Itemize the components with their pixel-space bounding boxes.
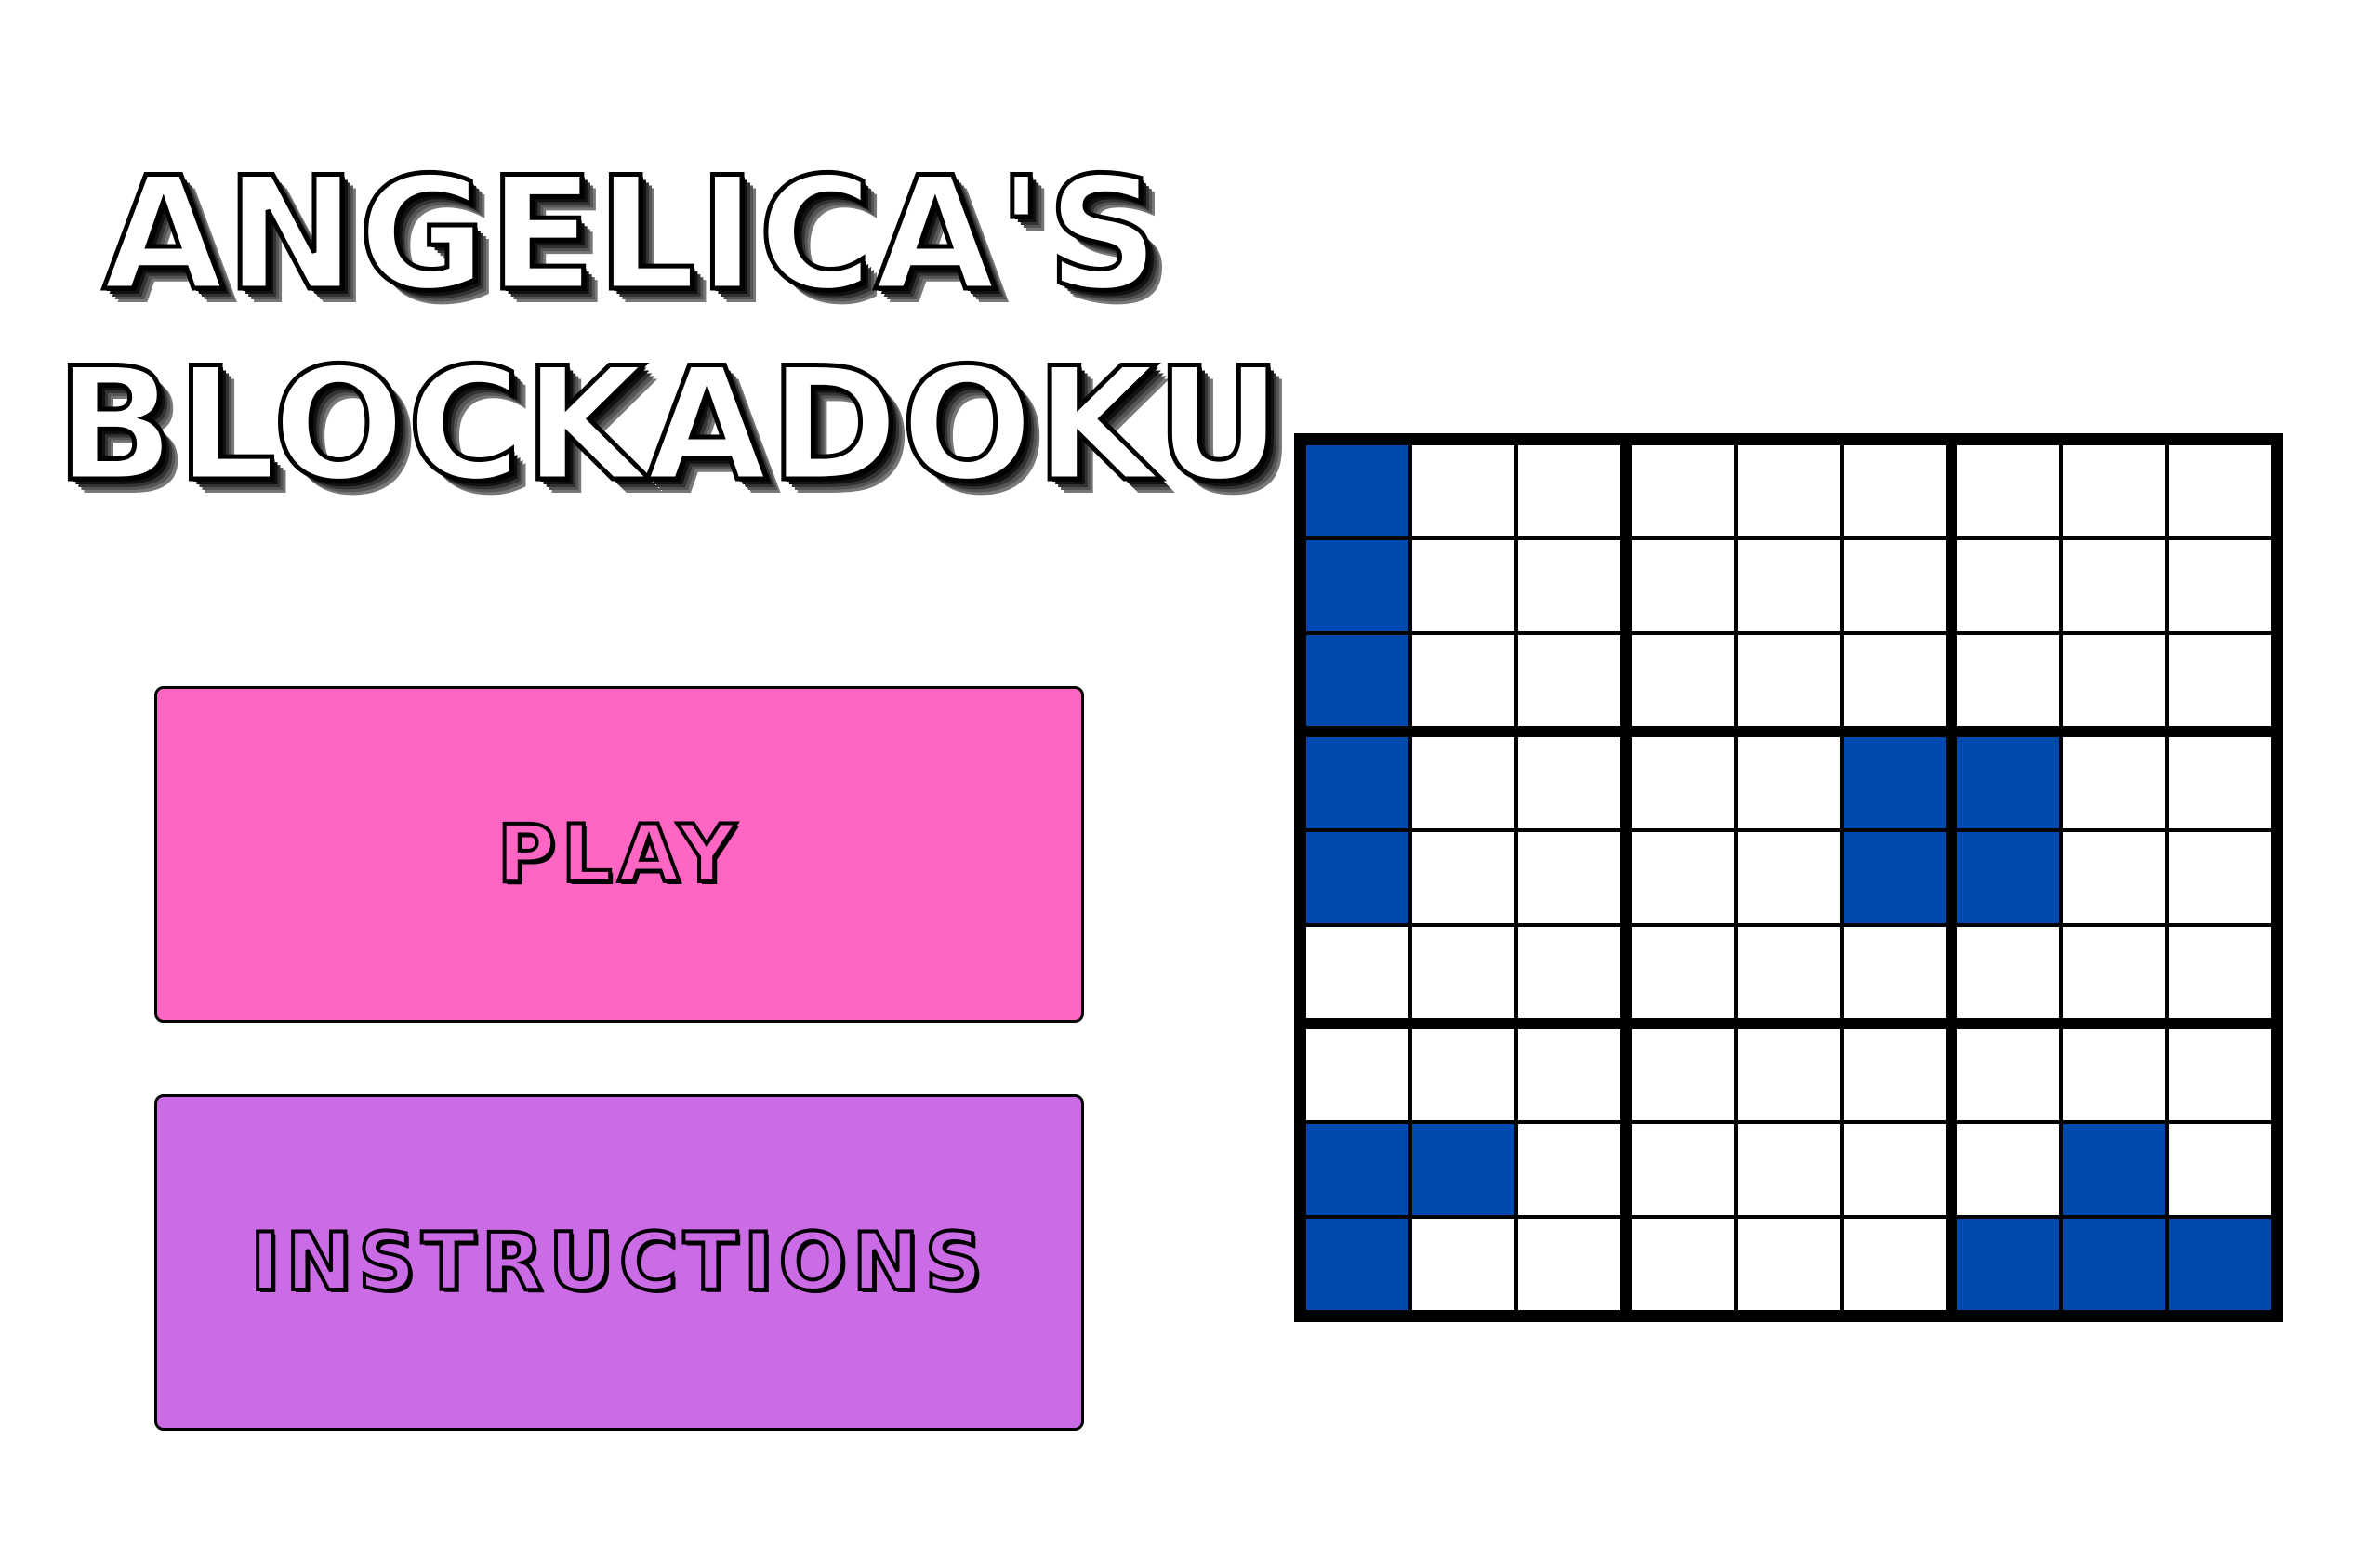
- board-cell-empty[interactable]: [2169, 927, 2271, 1018]
- board-cell-filled[interactable]: [2169, 1219, 2271, 1310]
- board-cell-empty[interactable]: [1518, 540, 1620, 631]
- board-cell-empty[interactable]: [2063, 445, 2165, 536]
- board-cell-filled[interactable]: [1844, 737, 1946, 828]
- board-cell-empty[interactable]: [2063, 737, 2165, 828]
- board-cell-empty[interactable]: [1306, 927, 1408, 1018]
- board-cell-empty[interactable]: [1957, 1124, 2059, 1215]
- board-cell-empty[interactable]: [1738, 832, 1840, 923]
- board-cell-filled[interactable]: [2063, 1219, 2165, 1310]
- instructions-button-label: INSTRUCTIONS: [248, 1214, 988, 1311]
- board-cell-empty[interactable]: [1957, 1029, 2059, 1120]
- board-cell-empty[interactable]: [1844, 540, 1946, 631]
- board-cell-filled[interactable]: [1306, 540, 1408, 631]
- board-cell-empty[interactable]: [1844, 1124, 1946, 1215]
- board-cell-empty[interactable]: [1632, 832, 1734, 923]
- board-cell-empty[interactable]: [1412, 540, 1514, 631]
- board-cell-empty[interactable]: [1738, 1124, 1840, 1215]
- board-cell-empty[interactable]: [1738, 1219, 1840, 1310]
- game-title-line-2: BLOCKADOKU: [54, 332, 1285, 519]
- board-cell-filled[interactable]: [1306, 1219, 1408, 1310]
- board-cell-filled[interactable]: [1412, 1124, 1514, 1215]
- game-title: ANGELICA'S BLOCKADOKU: [54, 139, 1285, 521]
- board-cell-empty[interactable]: [1518, 1029, 1620, 1120]
- board-cell-empty[interactable]: [1844, 1219, 1946, 1310]
- board-cell-filled[interactable]: [1957, 1219, 2059, 1310]
- board-cell-empty[interactable]: [1518, 445, 1620, 536]
- board-cell-filled[interactable]: [1306, 1124, 1408, 1215]
- play-button[interactable]: PLAY: [154, 686, 1084, 1023]
- board-cell-empty[interactable]: [1844, 927, 1946, 1018]
- board-cell-empty[interactable]: [1957, 927, 2059, 1018]
- board-cell-empty[interactable]: [1412, 737, 1514, 828]
- board-grid: [1306, 445, 2271, 1310]
- board-cell-filled[interactable]: [1957, 737, 2059, 828]
- board-cell-empty[interactable]: [1738, 1029, 1840, 1120]
- board-cell-empty[interactable]: [1632, 540, 1734, 631]
- board-cell-empty[interactable]: [1412, 927, 1514, 1018]
- board-cell-empty[interactable]: [2169, 540, 2271, 631]
- board-cell-filled[interactable]: [1306, 635, 1408, 726]
- board-cell-empty[interactable]: [1738, 540, 1840, 631]
- board-cell-empty[interactable]: [1957, 635, 2059, 726]
- board-cell-empty[interactable]: [1518, 635, 1620, 726]
- board-cell-empty[interactable]: [1518, 832, 1620, 923]
- board-cell-empty[interactable]: [1518, 1219, 1620, 1310]
- board-cell-empty[interactable]: [1412, 635, 1514, 726]
- board-cell-empty[interactable]: [1844, 635, 1946, 726]
- game-board: [1294, 433, 2283, 1322]
- board-cell-empty[interactable]: [1518, 927, 1620, 1018]
- board-cell-empty[interactable]: [2063, 927, 2165, 1018]
- game-title-line-1: ANGELICA'S: [100, 141, 1162, 328]
- board-cell-empty[interactable]: [1632, 927, 1734, 1018]
- board-cell-empty[interactable]: [1738, 635, 1840, 726]
- board-cell-empty[interactable]: [1957, 445, 2059, 536]
- board-cell-empty[interactable]: [1844, 445, 1946, 536]
- board-cell-empty[interactable]: [2169, 1029, 2271, 1120]
- board-cell-empty[interactable]: [1412, 445, 1514, 536]
- board-cell-empty[interactable]: [2063, 540, 2165, 631]
- board-cell-empty[interactable]: [1738, 927, 1840, 1018]
- board-cell-empty[interactable]: [1632, 635, 1734, 726]
- board-cell-empty[interactable]: [1632, 1029, 1734, 1120]
- main-menu-screen: ANGELICA'S BLOCKADOKU PLAY INSTRUCTIONS: [0, 0, 2380, 1547]
- board-cell-filled[interactable]: [1306, 445, 1408, 536]
- instructions-button[interactable]: INSTRUCTIONS: [154, 1094, 1084, 1431]
- board-cell-empty[interactable]: [1632, 737, 1734, 828]
- board-cell-empty[interactable]: [2063, 1029, 2165, 1120]
- board-cell-empty[interactable]: [1844, 1029, 1946, 1120]
- board-cell-filled[interactable]: [2063, 1124, 2165, 1215]
- board-cell-empty[interactable]: [1518, 737, 1620, 828]
- board-cell-empty[interactable]: [1957, 540, 2059, 631]
- board-cell-empty[interactable]: [1632, 1219, 1734, 1310]
- board-cell-empty[interactable]: [2169, 737, 2271, 828]
- board-cell-filled[interactable]: [1844, 832, 1946, 923]
- board-cell-empty[interactable]: [2063, 635, 2165, 726]
- board-cell-empty[interactable]: [1306, 1029, 1408, 1120]
- board-cell-empty[interactable]: [1738, 737, 1840, 828]
- board-cell-empty[interactable]: [2169, 635, 2271, 726]
- board-cell-empty[interactable]: [1412, 832, 1514, 923]
- board-cell-filled[interactable]: [1306, 832, 1408, 923]
- board-cell-empty[interactable]: [1412, 1029, 1514, 1120]
- board-cell-empty[interactable]: [2169, 1124, 2271, 1215]
- board-cell-filled[interactable]: [1306, 737, 1408, 828]
- board-cell-empty[interactable]: [2169, 445, 2271, 536]
- board-cell-empty[interactable]: [2063, 832, 2165, 923]
- board-cell-empty[interactable]: [1738, 445, 1840, 536]
- board-cell-filled[interactable]: [1957, 832, 2059, 923]
- board-cell-empty[interactable]: [1412, 1219, 1514, 1310]
- board-cell-empty[interactable]: [1632, 1124, 1734, 1215]
- board-cell-empty[interactable]: [1632, 445, 1734, 536]
- play-button-label: PLAY: [496, 806, 742, 903]
- board-cell-empty[interactable]: [1518, 1124, 1620, 1215]
- board-cell-empty[interactable]: [2169, 832, 2271, 923]
